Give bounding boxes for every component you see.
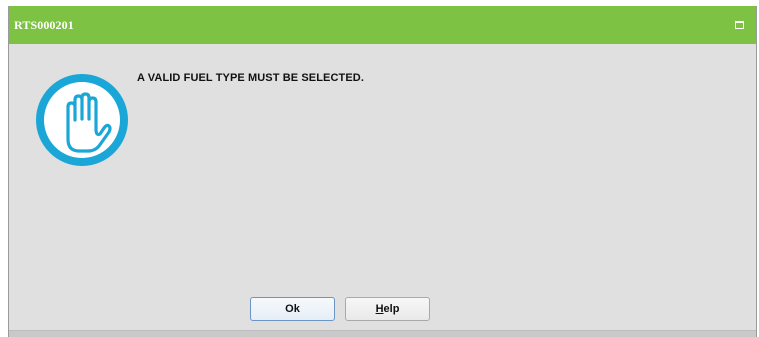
error-message: A VALID FUEL TYPE MUST BE SELECTED. (137, 72, 364, 84)
stop-hand-icon (35, 73, 129, 167)
help-button[interactable]: Help (345, 297, 430, 321)
help-mnemonic: H (375, 303, 384, 315)
dialog-bottom-border (9, 330, 756, 337)
maximize-icon[interactable] (735, 21, 744, 29)
ok-button[interactable]: Ok (250, 297, 335, 321)
error-dialog: RTS000201 A VALID FUEL TYPE MUST BE SELE… (8, 6, 757, 337)
ok-button-label: Ok (285, 303, 300, 315)
dialog-titlebar[interactable]: RTS000201 (9, 6, 756, 44)
dialog-title: RTS000201 (14, 18, 74, 32)
help-button-label: elp (383, 303, 400, 315)
